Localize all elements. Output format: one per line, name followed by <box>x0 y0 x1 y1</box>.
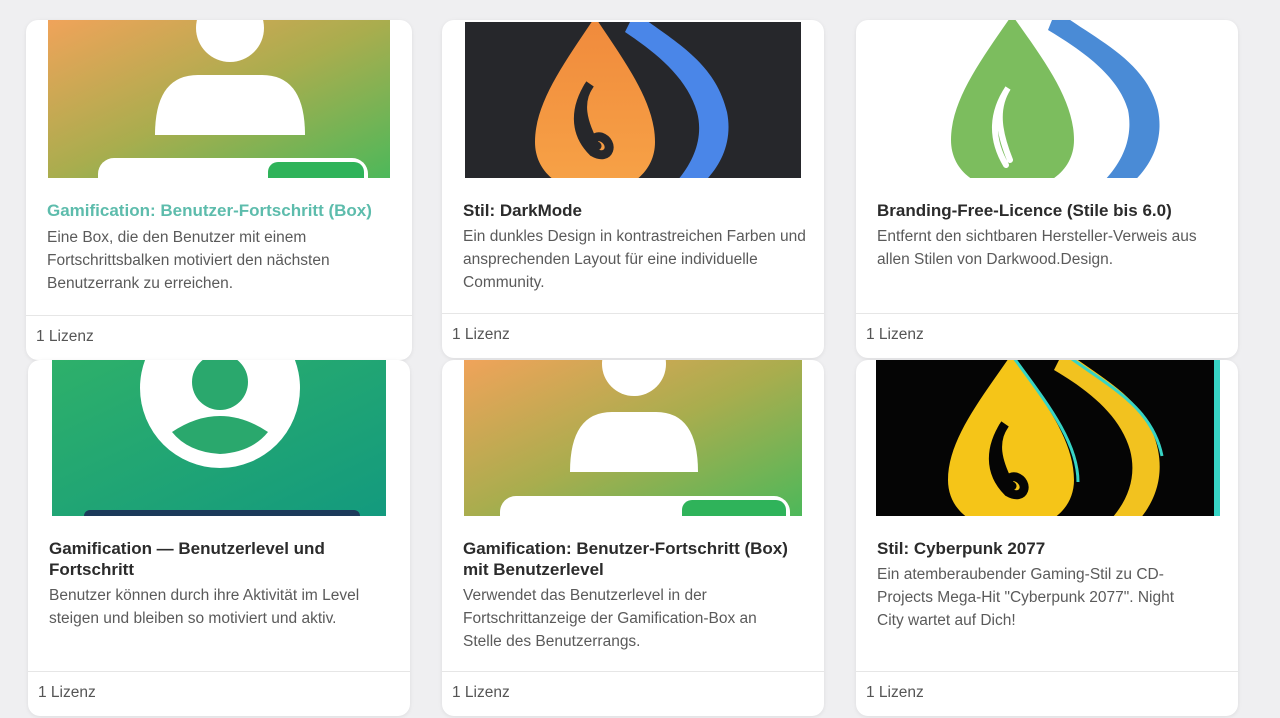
product-footer: 1 Lizenz <box>856 671 1238 716</box>
product-card-branding-free[interactable]: Branding-Free-Licence (Stile bis 6.0) En… <box>856 20 1238 358</box>
product-title[interactable]: Gamification — Benutzerlevel und Fortsch… <box>49 538 349 580</box>
product-card-gamification-box[interactable]: Gamification: Benutzer-Fortschritt (Box)… <box>26 20 412 360</box>
product-thumbnail[interactable] <box>465 22 801 178</box>
product-description: Ein dunkles Design in kontrastreichen Fa… <box>463 228 806 291</box>
user-circle-icon <box>52 360 386 516</box>
flame-logo-icon <box>465 22 801 178</box>
license-count: 1 Lizenz <box>452 684 510 701</box>
license-count: 1 Lizenz <box>36 328 94 345</box>
product-title[interactable]: Gamification: Benutzer-Fortschritt (Box)… <box>463 538 803 580</box>
product-title[interactable]: Gamification: Benutzer-Fortschritt (Box) <box>47 200 397 221</box>
product-thumbnail[interactable] <box>52 360 386 516</box>
product-description: Entfernt den sichtbaren Hersteller-Verwe… <box>877 228 1197 268</box>
flame-logo-icon <box>876 20 1218 178</box>
license-count: 1 Lizenz <box>866 326 924 343</box>
product-description: Benutzer können durch ihre Aktivität im … <box>49 587 360 627</box>
license-count: 1 Lizenz <box>452 326 510 343</box>
product-title[interactable]: Branding-Free-Licence (Stile bis 6.0) <box>877 200 1227 221</box>
product-title[interactable]: Stil: DarkMode <box>463 200 808 221</box>
flame-logo-icon <box>876 360 1220 516</box>
license-count: 1 Lizenz <box>866 684 924 701</box>
product-description: Ein atemberaubender Gaming-Stil zu CD-Pr… <box>877 566 1175 629</box>
product-card-benutzerlevel[interactable]: Gamification — Benutzerlevel und Fortsch… <box>28 360 410 716</box>
product-footer: 1 Lizenz <box>28 671 410 716</box>
product-footer: 1 Lizenz <box>442 313 824 358</box>
product-thumbnail[interactable] <box>464 360 802 516</box>
product-card-darkmode[interactable]: Stil: DarkMode Ein dunkles Design in kon… <box>442 20 824 358</box>
license-count: 1 Lizenz <box>38 684 96 701</box>
product-thumbnail[interactable] <box>876 360 1220 516</box>
user-progress-icon <box>48 20 390 178</box>
product-footer: 1 Lizenz <box>442 671 824 716</box>
product-footer: 1 Lizenz <box>26 315 412 360</box>
product-footer: 1 Lizenz <box>856 313 1238 358</box>
product-thumbnail[interactable] <box>876 20 1218 178</box>
product-card-cyberpunk[interactable]: Stil: Cyberpunk 2077 Ein atemberaubender… <box>856 360 1238 716</box>
product-description: Verwendet das Benutzerlevel in der Forts… <box>463 587 757 650</box>
product-description: Eine Box, die den Benutzer mit einem For… <box>47 229 330 292</box>
product-card-gamification-box-level[interactable]: Gamification: Benutzer-Fortschritt (Box)… <box>442 360 824 716</box>
product-thumbnail[interactable] <box>48 20 390 178</box>
user-progress-icon <box>464 360 802 516</box>
product-title[interactable]: Stil: Cyberpunk 2077 <box>877 538 1222 559</box>
